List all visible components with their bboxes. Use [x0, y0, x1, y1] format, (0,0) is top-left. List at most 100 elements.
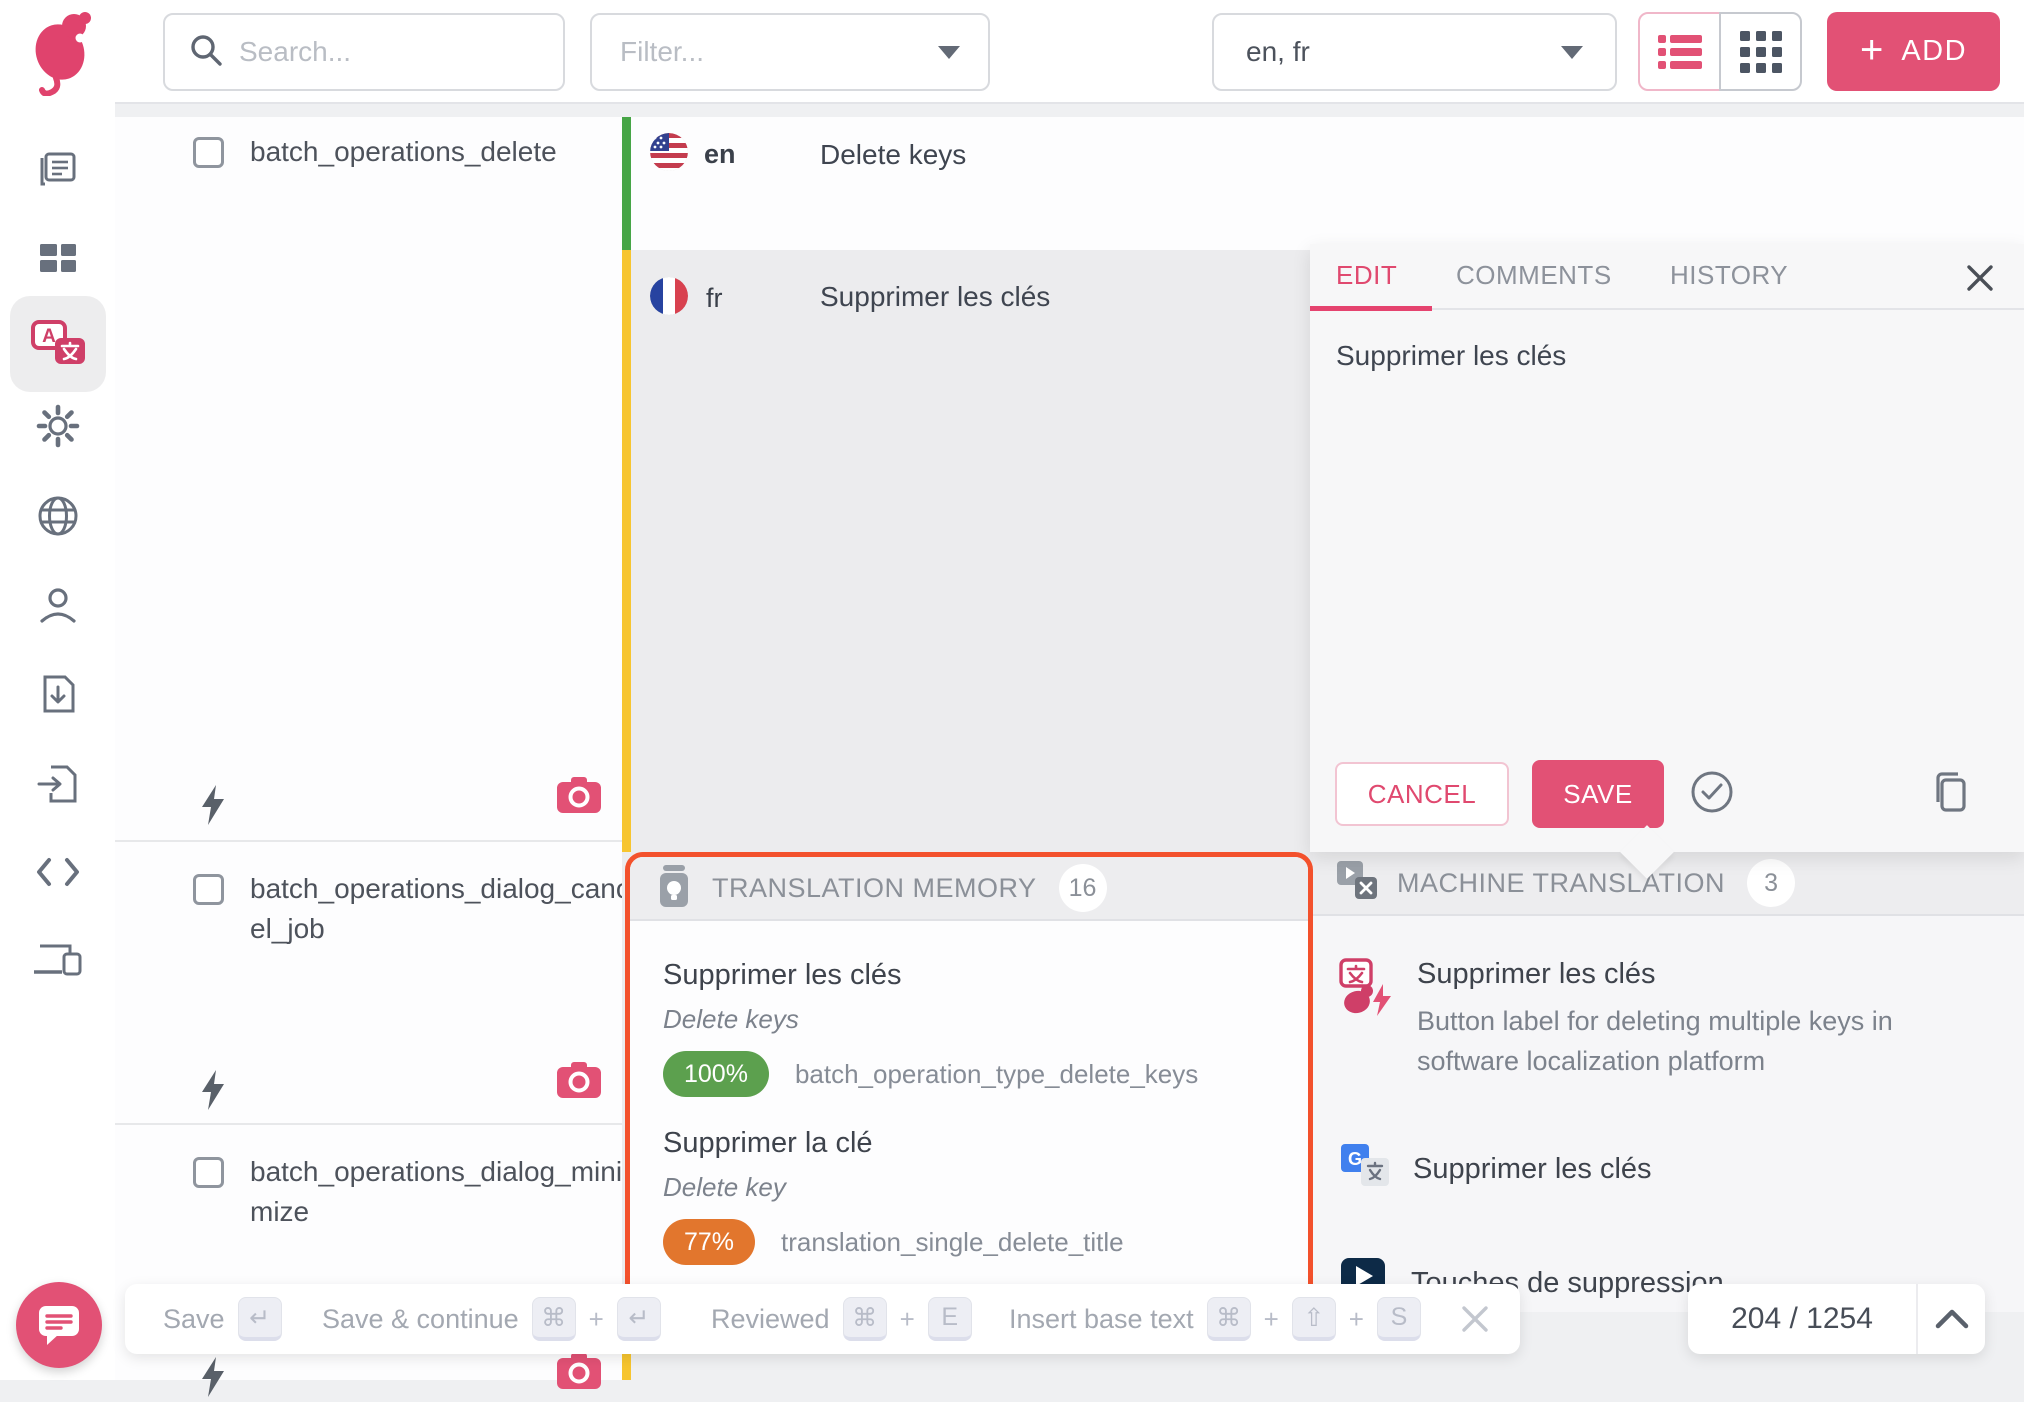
- match-percentage-badge: 100%: [663, 1051, 769, 1097]
- sidebar-item-developer[interactable]: [22, 836, 94, 908]
- cancel-button[interactable]: CANCEL: [1335, 762, 1509, 826]
- enter-keycap: ↵: [617, 1297, 661, 1341]
- sidebar-item-download[interactable]: [22, 658, 94, 730]
- code-icon: [33, 854, 83, 890]
- chat-bubble-icon: [37, 1304, 81, 1346]
- search-field[interactable]: [163, 13, 565, 91]
- translation-text-en[interactable]: Delete keys: [820, 139, 966, 171]
- list-view-button[interactable]: [1638, 12, 1721, 91]
- copy-icon[interactable]: [1928, 768, 1974, 821]
- key-checkbox[interactable]: [193, 874, 224, 905]
- key-name[interactable]: batch_operations_delete: [250, 132, 630, 172]
- translation-row-en[interactable]: en Delete keys: [622, 117, 2024, 250]
- camera-icon[interactable]: [557, 777, 601, 818]
- camera-icon[interactable]: [557, 1062, 601, 1103]
- sidebar-item-apps[interactable]: [22, 924, 94, 996]
- mt-suggestion-description: Button label for deleting multiple keys …: [1417, 1001, 1927, 1081]
- key-checkbox[interactable]: [193, 137, 224, 168]
- insert-base-text-action[interactable]: Insert base text ⌘ + ⇧ + S: [1009, 1297, 1421, 1341]
- sidebar-item-documents[interactable]: [22, 132, 94, 204]
- mt-suggestion-text: Supprimer les clés: [1413, 1153, 1652, 1186]
- close-icon[interactable]: [1454, 1298, 1496, 1340]
- mt-entry-lokalise-ai[interactable]: Supprimer les clés Button label for dele…: [1339, 958, 1927, 1081]
- search-input[interactable]: [239, 36, 539, 68]
- sidebar-item-contributors[interactable]: [22, 570, 94, 642]
- list-view-icon: [1658, 33, 1702, 71]
- reviewed-action[interactable]: Reviewed ⌘ + E: [711, 1297, 972, 1341]
- edit-panel: EDIT COMMENTS HISTORY Supprimer les clés…: [1310, 244, 2024, 852]
- key-pagination: 204 / 1254: [1688, 1284, 1985, 1354]
- app-root: Filter... en, fr + ADD: [0, 0, 2024, 1380]
- machine-translation-count: 3: [1747, 859, 1795, 907]
- fr-flag-icon: [650, 277, 688, 315]
- key-list: batch_operations_delete batch_operations…: [115, 117, 622, 1380]
- key-row[interactable]: batch_operations_delete: [115, 117, 622, 840]
- shift-keycap: ⇧: [1292, 1297, 1336, 1341]
- chat-support-button[interactable]: [16, 1282, 102, 1368]
- translation-memory-panel: TRANSLATION MEMORY 16 Supprimer les clés…: [625, 852, 1313, 1312]
- svg-text:A: A: [42, 326, 56, 347]
- machine-translation-header: MACHINE TRANSLATION 3: [1313, 852, 2024, 916]
- save-action[interactable]: Save ↵: [163, 1297, 282, 1341]
- sidebar-item-dashboard[interactable]: [22, 222, 94, 294]
- sidebar-item-languages[interactable]: [22, 480, 94, 552]
- tm-target-text: Supprimer les clés: [663, 959, 1198, 992]
- cmd-keycap: ⌘: [532, 1297, 576, 1341]
- chevron-up-icon[interactable]: [1918, 1284, 1985, 1354]
- translation-text-fr[interactable]: Supprimer les clés: [820, 281, 1050, 313]
- tm-source-text: Delete key: [663, 1172, 1124, 1203]
- lightning-icon: [200, 785, 228, 830]
- tm-key-reference: batch_operation_type_delete_keys: [795, 1059, 1198, 1090]
- view-toggle: [1638, 12, 1802, 91]
- sidebar-item-upload[interactable]: [22, 748, 94, 820]
- language-code: fr: [706, 283, 723, 314]
- translation-memory-title: TRANSLATION MEMORY: [712, 873, 1037, 904]
- chevron-down-icon: [938, 46, 960, 59]
- filter-dropdown[interactable]: Filter...: [590, 13, 990, 91]
- close-icon[interactable]: [1960, 258, 2000, 298]
- top-bar-divider: [115, 102, 2024, 104]
- key-checkbox[interactable]: [193, 1157, 224, 1188]
- tab-edit[interactable]: EDIT: [1336, 260, 1397, 291]
- tab-comments[interactable]: COMMENTS: [1456, 260, 1612, 291]
- e-keycap: E: [928, 1297, 972, 1341]
- mt-entry-google-translate[interactable]: G Supprimer les clés: [1339, 1142, 1652, 1197]
- translation-memory-count: 16: [1059, 864, 1107, 912]
- lokalise-ai-icon: [1339, 958, 1395, 1081]
- tm-target-text: Supprimer la clé: [663, 1127, 1124, 1160]
- tab-history[interactable]: HISTORY: [1670, 260, 1788, 291]
- translation-editor[interactable]: Supprimer les clés: [1336, 340, 1996, 372]
- tm-source-text: Delete keys: [663, 1004, 1198, 1035]
- gear-icon: [35, 403, 81, 449]
- s-keycap: S: [1377, 1297, 1421, 1341]
- chevron-down-icon: [1561, 46, 1583, 59]
- languages-dropdown[interactable]: en, fr: [1212, 13, 1617, 91]
- editor-action-bar: Save ↵ Save & continue ⌘ + ↵ Reviewed ⌘ …: [125, 1284, 1520, 1354]
- devices-icon: [32, 940, 84, 980]
- save-and-continue-action[interactable]: Save & continue ⌘ + ↵: [322, 1297, 661, 1341]
- save-button[interactable]: SAVE: [1532, 760, 1664, 828]
- camera-icon[interactable]: [557, 1353, 601, 1394]
- person-icon: [35, 583, 81, 629]
- lokalise-logo[interactable]: [22, 4, 102, 96]
- import-file-icon: [35, 761, 81, 807]
- translate-icon: A: [29, 318, 87, 370]
- mark-reviewed-icon[interactable]: [1688, 768, 1736, 821]
- tm-entry[interactable]: Supprimer la clé Delete key 77% translat…: [663, 1127, 1124, 1265]
- key-name[interactable]: batch_operations_dialog_cancel_job: [250, 869, 630, 949]
- machine-translation-title: MACHINE TRANSLATION: [1397, 868, 1725, 899]
- cmd-keycap: ⌘: [1207, 1297, 1251, 1341]
- languages-value: en, fr: [1246, 36, 1310, 68]
- search-icon: [189, 33, 223, 72]
- add-button[interactable]: + ADD: [1827, 12, 2000, 91]
- status-strip-yellow: [622, 250, 631, 852]
- sidebar-item-settings[interactable]: [22, 390, 94, 462]
- key-row[interactable]: batch_operations_dialog_cancel_job: [115, 842, 622, 1123]
- sidebar-item-translations[interactable]: A: [10, 296, 106, 392]
- key-name[interactable]: batch_operations_dialog_minimize: [250, 1152, 630, 1232]
- dashboard-icon: [36, 236, 80, 280]
- tm-entry[interactable]: Supprimer les clés Delete keys 100% batc…: [663, 959, 1198, 1097]
- grid-view-button[interactable]: [1719, 12, 1802, 91]
- download-file-icon: [35, 671, 81, 717]
- documents-icon: [36, 146, 80, 190]
